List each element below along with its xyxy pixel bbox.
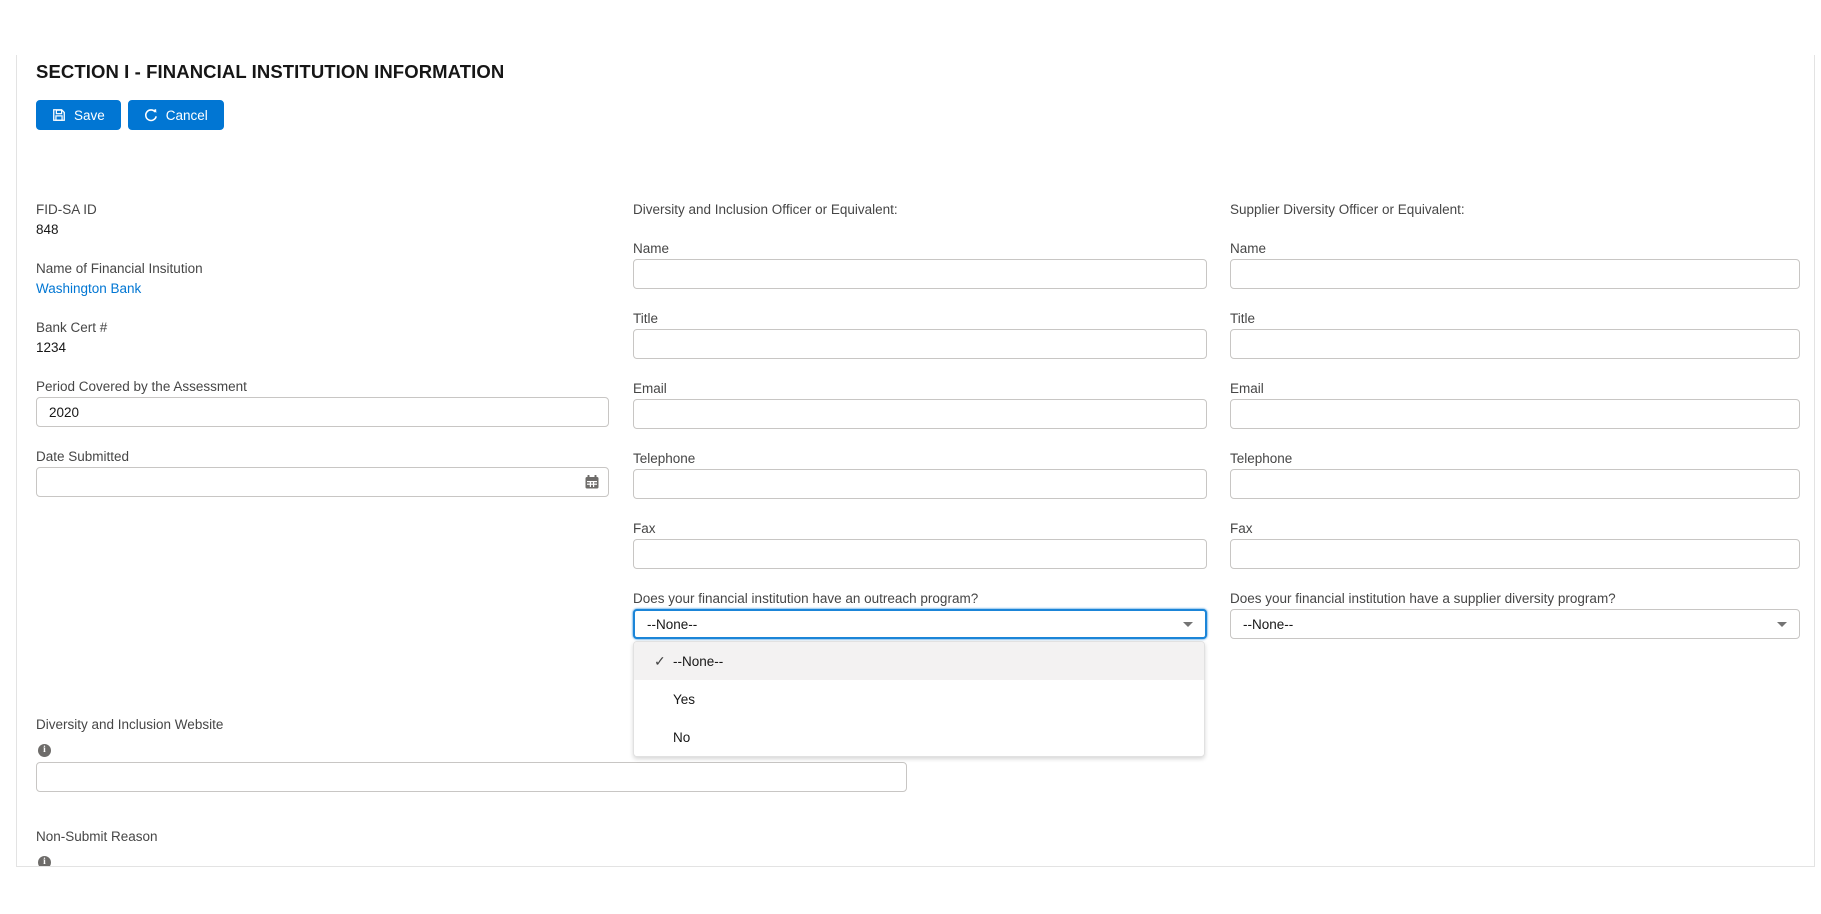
bank-cert-group: Bank Cert # 1234	[36, 320, 609, 356]
sd-fax-input[interactable]	[1230, 539, 1800, 569]
sd-telephone-input[interactable]	[1230, 469, 1800, 499]
institution-name-label: Name of Financial Insitution	[36, 261, 609, 277]
di-name-field: Name	[633, 241, 1207, 289]
diversity-officer-heading: Diversity and Inclusion Officer or Equiv…	[633, 202, 1207, 218]
sd-title-input[interactable]	[1230, 329, 1800, 359]
di-email-label: Email	[633, 381, 1207, 397]
toolbar: Save Cancel	[36, 100, 224, 130]
redo-arrow-icon	[144, 108, 158, 122]
sd-telephone-field: Telephone	[1230, 451, 1800, 499]
sd-email-label: Email	[1230, 381, 1800, 397]
outreach-program-label: Does your financial institution have an …	[633, 591, 1207, 607]
cancel-button-label: Cancel	[166, 108, 208, 123]
sd-title-label: Title	[1230, 311, 1800, 327]
sd-telephone-label: Telephone	[1230, 451, 1800, 467]
page-card: SECTION I - FINANCIAL INSTITUTION INFORM…	[16, 55, 1815, 867]
outreach-program-field: Does your financial institution have an …	[633, 591, 1207, 639]
supplier-program-label: Does your financial institution have a s…	[1230, 591, 1800, 607]
non-submit-reason-label: Non-Submit Reason	[36, 829, 436, 845]
cancel-button[interactable]: Cancel	[128, 100, 224, 130]
chevron-down-icon	[1183, 622, 1193, 627]
di-telephone-field: Telephone	[633, 451, 1207, 499]
supplier-program-field: Does your financial institution have a s…	[1230, 591, 1800, 639]
sd-name-label: Name	[1230, 241, 1800, 257]
date-submitted-input[interactable]	[36, 467, 609, 497]
sd-email-input[interactable]	[1230, 399, 1800, 429]
dropdown-option-none-label: --None--	[673, 654, 723, 669]
sd-title-field: Title	[1230, 311, 1800, 359]
bank-cert-value: 1234	[36, 340, 609, 356]
info-icon[interactable]: i	[38, 856, 51, 867]
save-button-label: Save	[74, 108, 105, 123]
calendar-icon[interactable]	[584, 474, 600, 490]
supplier-program-value: --None--	[1243, 617, 1293, 632]
diversity-officer-column: Diversity and Inclusion Officer or Equiv…	[633, 202, 1207, 639]
outreach-program-value: --None--	[647, 617, 697, 632]
dropdown-option-no[interactable]: ✓ No	[634, 718, 1204, 756]
bank-cert-label: Bank Cert #	[36, 320, 609, 336]
outreach-program-combobox[interactable]: --None--	[633, 609, 1207, 639]
chevron-down-icon	[1777, 622, 1787, 627]
sd-fax-field: Fax	[1230, 521, 1800, 569]
di-email-field: Email	[633, 381, 1207, 429]
di-name-input[interactable]	[633, 259, 1207, 289]
info-icon[interactable]: i	[38, 744, 51, 757]
left-column: FID-SA ID 848 Name of Financial Insituti…	[36, 202, 609, 519]
institution-name-link[interactable]: Washington Bank	[36, 281, 609, 297]
dropdown-option-yes[interactable]: ✓ Yes	[634, 680, 1204, 718]
di-title-label: Title	[633, 311, 1207, 327]
non-submit-reason-field: Non-Submit Reason i	[36, 829, 436, 867]
dropdown-panel: ✓ --None-- ✓ Yes ✓ No	[633, 641, 1205, 757]
di-name-label: Name	[633, 241, 1207, 257]
di-fax-input[interactable]	[633, 539, 1207, 569]
sd-name-field: Name	[1230, 241, 1800, 289]
fid-sa-id-value: 848	[36, 222, 609, 238]
period-covered-input[interactable]	[36, 397, 609, 427]
supplier-officer-column: Supplier Diversity Officer or Equivalent…	[1230, 202, 1800, 639]
dropdown-option-none[interactable]: ✓ --None--	[634, 642, 1204, 680]
date-submitted-label: Date Submitted	[36, 449, 609, 465]
sd-email-field: Email	[1230, 381, 1800, 429]
sd-name-input[interactable]	[1230, 259, 1800, 289]
di-title-input[interactable]	[633, 329, 1207, 359]
dropdown-option-no-label: No	[673, 730, 690, 745]
fid-sa-id-group: FID-SA ID 848	[36, 202, 609, 238]
sd-fax-label: Fax	[1230, 521, 1800, 537]
check-icon: ✓	[654, 654, 673, 668]
save-button[interactable]: Save	[36, 100, 121, 130]
period-covered-field: Period Covered by the Assessment	[36, 379, 609, 427]
di-fax-field: Fax	[633, 521, 1207, 569]
di-telephone-input[interactable]	[633, 469, 1207, 499]
date-submitted-field: Date Submitted	[36, 449, 609, 497]
website-input[interactable]	[36, 762, 907, 792]
di-title-field: Title	[633, 311, 1207, 359]
period-covered-label: Period Covered by the Assessment	[36, 379, 609, 395]
institution-name-group: Name of Financial Insitution Washington …	[36, 261, 609, 297]
save-icon	[52, 108, 66, 122]
di-email-input[interactable]	[633, 399, 1207, 429]
supplier-officer-heading: Supplier Diversity Officer or Equivalent…	[1230, 202, 1800, 218]
di-fax-label: Fax	[633, 521, 1207, 537]
supplier-program-combobox[interactable]: --None--	[1230, 609, 1800, 639]
di-telephone-label: Telephone	[633, 451, 1207, 467]
dropdown-option-yes-label: Yes	[673, 692, 695, 707]
fid-sa-id-label: FID-SA ID	[36, 202, 609, 218]
page-title: SECTION I - FINANCIAL INSTITUTION INFORM…	[36, 61, 504, 83]
